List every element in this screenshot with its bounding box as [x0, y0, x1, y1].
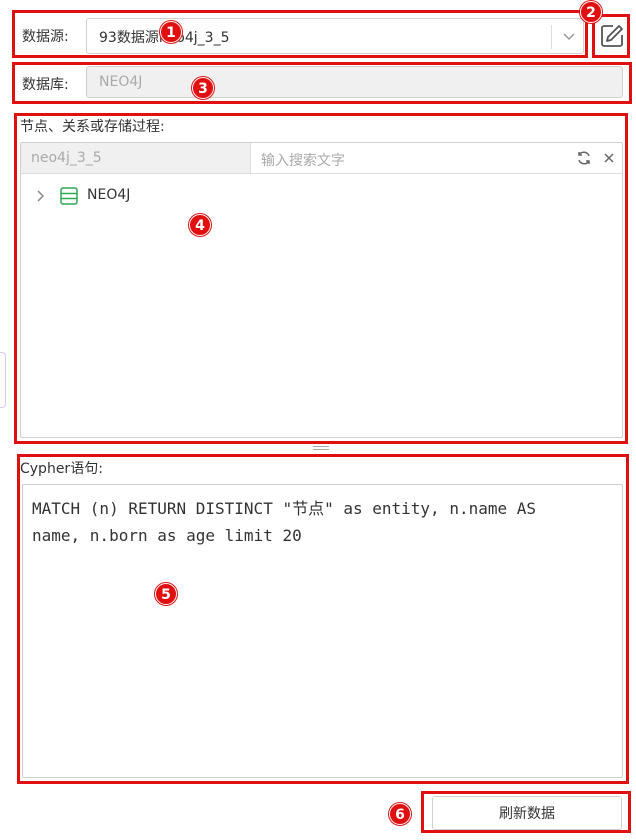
splitter-handle[interactable] [313, 446, 329, 452]
cypher-label: Cypher语句: [20, 461, 103, 477]
tree-filter-field: neo4j_3_5 [21, 143, 251, 174]
tree-panel: neo4j_3_5 输入搜索文字 NEO4J [20, 142, 623, 438]
tree-filter-value: neo4j_3_5 [31, 150, 102, 166]
edit-icon [601, 25, 623, 47]
database-icon [60, 187, 78, 205]
badge-6: 6 [389, 803, 411, 825]
tree-item-label: NEO4J [87, 187, 131, 203]
database-value: NEO4J [99, 74, 143, 90]
cypher-line-1: MATCH (n) RETURN DISTINCT "节点" as entity… [32, 499, 537, 518]
edit-button[interactable] [596, 18, 628, 54]
badge-4: 4 [189, 214, 211, 236]
select-divider [551, 25, 552, 49]
refresh-icon[interactable] [576, 150, 592, 166]
tree-item-neo4j[interactable]: NEO4J [35, 185, 235, 207]
tree-search-input[interactable]: 输入搜索文字 [251, 143, 622, 174]
badge-2: 2 [580, 1, 602, 23]
badge-3: 3 [192, 77, 214, 99]
badge-5: 5 [155, 583, 177, 605]
database-field: NEO4J [86, 66, 623, 98]
refresh-data-button[interactable]: 刷新数据 [432, 796, 622, 830]
database-label: 数据库: [22, 77, 69, 93]
chevron-down-icon[interactable] [561, 31, 577, 43]
clear-icon[interactable] [603, 152, 615, 164]
tree-section-label: 节点、关系或存储过程: [20, 119, 165, 135]
datasource-label: 数据源: [22, 29, 69, 45]
tree-search-placeholder: 输入搜索文字 [261, 153, 345, 169]
cypher-editor[interactable]: MATCH (n) RETURN DISTINCT "节点" as entity… [22, 484, 623, 778]
badge-1: 1 [160, 21, 182, 43]
side-drawer-tab[interactable] [0, 352, 6, 408]
refresh-data-label: 刷新数据 [499, 806, 555, 822]
cypher-line-2: name, n.born as age limit 20 [32, 526, 302, 545]
chevron-right-icon[interactable] [35, 190, 47, 202]
